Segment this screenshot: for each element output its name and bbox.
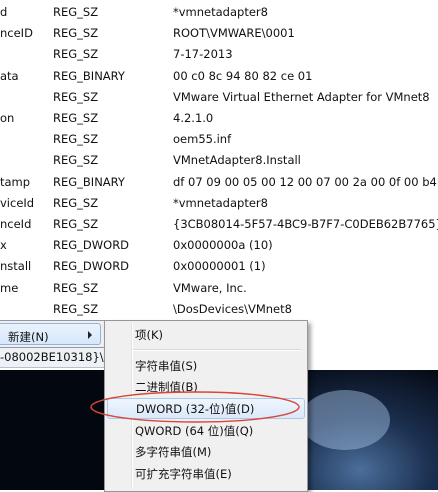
registry-value-data: 7-17-2013 bbox=[173, 47, 233, 62]
new-submenu: 项(K) 字符串值(S) 二进制值(B) DWORD (32-位)值(D) QW… bbox=[104, 320, 308, 492]
registry-value-name: nceId bbox=[0, 217, 32, 231]
registry-value-type: REG_DWORD bbox=[53, 238, 130, 253]
registry-value-row[interactable]: on REG_SZ 4.2.1.0 bbox=[0, 108, 438, 129]
registry-value-data: *vmnetadapter8 bbox=[173, 5, 268, 19]
registry-value-list: d REG_SZ *vmnetadapter8 nceID REG_SZ ROOT\VMW… bbox=[0, 0, 438, 320]
submenu-arrow-icon bbox=[88, 331, 92, 339]
registry-value-row[interactable]: ata REG_BINARY 00 c0 8c 94 80 82 ce 01 bbox=[0, 66, 438, 87]
menu-item-binary-value[interactable]: 二进制值(B) bbox=[107, 376, 305, 397]
registry-value-row[interactable]: d REG_SZ *vmnetadapter8 bbox=[0, 2, 438, 23]
registry-value-type: REG_SZ bbox=[53, 26, 99, 41]
registry-value-row[interactable]: me REG_SZ VMware, Inc. bbox=[0, 278, 438, 299]
registry-value-type: REG_SZ bbox=[53, 195, 99, 210]
registry-value-row[interactable]: REG_SZ 7-17-2013 bbox=[0, 44, 438, 65]
registry-value-type: REG_SZ bbox=[53, 217, 99, 231]
registry-value-row[interactable]: nceId REG_SZ {3CB08014-5F57-4BC9-B7F7-C0DE… bbox=[0, 214, 438, 235]
menu-item-new-label: 新建(N) bbox=[8, 330, 49, 344]
registry-value-name: x bbox=[0, 238, 7, 253]
registry-value-data: 00 c0 8c 94 80 82 ce 01 bbox=[173, 68, 313, 83]
registry-value-type: REG_DWORD bbox=[53, 259, 130, 274]
registry-value-name: tamp bbox=[0, 174, 31, 189]
registry-value-name: d bbox=[0, 5, 8, 19]
menu-item-key[interactable]: 项(K) bbox=[107, 324, 305, 345]
registry-value-type: REG_SZ bbox=[53, 47, 99, 62]
registry-value-data: VMnetAdapter8.Install bbox=[173, 153, 301, 168]
registry-value-row[interactable]: REG_SZ VMnetAdapter8.Install bbox=[0, 150, 438, 171]
registry-value-data: df 07 09 00 05 00 12 00 07 00 2a 00 0f 0… bbox=[173, 174, 437, 189]
menu-item-multi-string-value-label: 多字符串值(M) bbox=[135, 445, 212, 459]
registry-value-name: nceID bbox=[0, 26, 33, 41]
registry-value-data: oem55.inf bbox=[173, 132, 232, 147]
registry-value-row[interactable]: nstall REG_DWORD 0x00000001 (1) bbox=[0, 256, 438, 277]
registry-value-name: on bbox=[0, 111, 15, 125]
menu-separator bbox=[133, 349, 301, 351]
registry-value-type: REG_SZ bbox=[53, 5, 99, 19]
registry-value-row[interactable]: nceID REG_SZ ROOT\VMWARE\0001 bbox=[0, 23, 438, 44]
registry-value-type: REG_SZ bbox=[53, 301, 99, 316]
registry-value-type: REG_BINARY bbox=[53, 68, 125, 83]
menu-item-new[interactable]: 新建(N) bbox=[0, 323, 101, 345]
registry-value-data: {3CB08014-5F57-4BC9-B7F7-C0DEB62B7765} bbox=[173, 217, 438, 231]
menu-item-qword-value-label: QWORD (64 位)值(Q) bbox=[135, 424, 254, 438]
menu-item-expandable-string-value-label: 可扩充字符串值(E) bbox=[135, 467, 232, 481]
menu-item-string-value[interactable]: 字符串值(S) bbox=[107, 355, 305, 376]
registry-value-row[interactable]: viceId REG_SZ *vmnetadapter8 bbox=[0, 193, 438, 214]
registry-value-data: VMware, Inc. bbox=[173, 280, 247, 295]
menu-item-key-label: 项(K) bbox=[135, 328, 164, 342]
registry-value-type: REG_SZ bbox=[53, 111, 99, 125]
registry-value-name: nstall bbox=[0, 259, 32, 274]
registry-value-data: \DosDevices\VMnet8 bbox=[173, 301, 292, 316]
registry-value-type: REG_SZ bbox=[53, 153, 99, 168]
status-bar: -08002BE10318}\( bbox=[0, 346, 120, 368]
menu-item-qword-value[interactable]: QWORD (64 位)值(Q) bbox=[107, 420, 305, 441]
menu-item-dword-value[interactable]: DWORD (32-位)值(D) bbox=[107, 398, 305, 419]
registry-value-data: VMware Virtual Ethernet Adapter for VMne… bbox=[173, 89, 430, 104]
registry-value-type: REG_SZ bbox=[53, 132, 99, 147]
registry-value-row[interactable]: REG_SZ oem55.inf bbox=[0, 129, 438, 150]
registry-value-data: 4.2.1.0 bbox=[173, 111, 214, 125]
menu-item-string-value-label: 字符串值(S) bbox=[135, 359, 198, 373]
registry-value-name: viceId bbox=[0, 195, 35, 210]
context-menu: 新建(N) bbox=[0, 320, 105, 348]
registry-value-type: REG_SZ bbox=[53, 89, 99, 104]
registry-value-row[interactable]: tamp REG_BINARY df 07 09 00 05 00 12 00 07… bbox=[0, 172, 438, 193]
menu-item-expandable-string-value[interactable]: 可扩充字符串值(E) bbox=[107, 463, 305, 484]
registry-value-name: ata bbox=[0, 68, 19, 83]
registry-value-name: me bbox=[0, 280, 19, 295]
status-bar-path: -08002BE10318}\( bbox=[0, 350, 109, 364]
registry-value-type: REG_BINARY bbox=[53, 174, 125, 189]
registry-value-data: *vmnetadapter8 bbox=[173, 195, 268, 210]
menu-item-dword-value-label: DWORD (32-位)值(D) bbox=[136, 402, 255, 416]
menu-item-multi-string-value[interactable]: 多字符串值(M) bbox=[107, 441, 305, 462]
registry-value-data: ROOT\VMWARE\0001 bbox=[173, 26, 295, 41]
registry-value-data: 0x00000001 (1) bbox=[173, 259, 266, 274]
registry-value-row[interactable]: REG_SZ VMware Virtual Ethernet Adapter fo… bbox=[0, 87, 438, 108]
registry-value-row[interactable]: REG_SZ \DosDevices\VMnet8 bbox=[0, 299, 438, 320]
registry-value-data: 0x0000000a (10) bbox=[173, 238, 273, 253]
registry-value-row[interactable]: x REG_DWORD 0x0000000a (10) bbox=[0, 235, 438, 256]
registry-value-type: REG_SZ bbox=[53, 280, 99, 295]
menu-item-binary-value-label: 二进制值(B) bbox=[135, 380, 198, 394]
